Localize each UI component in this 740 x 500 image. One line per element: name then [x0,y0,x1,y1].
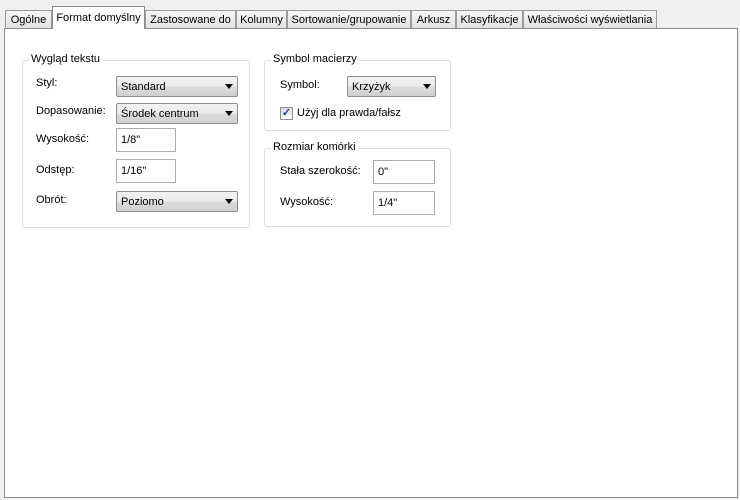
tab-label: Zastosowane do [150,13,231,26]
tab-default-format[interactable]: Format domyślny [52,6,145,29]
tab-display-properties[interactable]: Właściwości wyświetlania [523,10,657,28]
tab-applied-to[interactable]: Zastosowane do [145,10,236,28]
symbol-dropdown[interactable]: Krzyżyk [347,76,436,97]
rotation-dropdown[interactable]: Poziomo [116,191,238,212]
matrix-symbol-group: Symbol macierzy Symbol: Krzyżyk ✓ Użyj d… [264,53,451,131]
tab-sheet[interactable]: Arkusz [411,10,456,28]
cell-size-group: Rozmiar komórki Stała szerokość: 0" Wyso… [264,141,451,227]
style-dropdown[interactable]: Standard [116,76,238,97]
text-height-value: 1/8" [121,134,141,146]
tab-classifications[interactable]: Klasyfikacje [456,10,523,28]
tab-panel-default-format: Wygląd tekstu Styl: Standard Dopasowanie… [4,28,738,498]
text-height-input[interactable]: 1/8" [116,128,176,152]
use-for-boolean-checkbox[interactable]: ✓ [280,107,293,120]
tab-label: Ogólne [10,13,47,26]
tab-label: Kolumny [240,13,283,26]
fixed-width-label: Stała szerokość: [280,165,361,177]
cell-height-label: Wysokość: [280,196,334,208]
chevron-down-icon [225,199,233,204]
spacing-input[interactable]: 1/16" [116,159,176,183]
spacing-value: 1/16" [121,165,147,177]
justification-dropdown[interactable]: Środek centrum [116,103,238,124]
group-title: Rozmiar komórki [271,141,358,153]
style-value: Standard [121,80,166,93]
chevron-down-icon [225,111,233,116]
text-appearance-group: Wygląd tekstu Styl: Standard Dopasowanie… [22,53,250,228]
rotation-value: Poziomo [121,195,164,208]
spacing-label: Odstęp: [36,164,75,176]
cell-height-value: 1/4" [378,197,398,209]
chevron-down-icon [423,84,431,89]
tab-general[interactable]: Ogólne [5,10,52,28]
symbol-label: Symbol: [280,79,320,91]
text-height-label: Wysokość: [36,133,90,145]
cell-height-input[interactable]: 1/4" [373,191,435,215]
fixed-width-input[interactable]: 0" [373,160,435,184]
group-title: Symbol macierzy [271,53,359,65]
tab-label: Klasyfikacje [460,13,519,26]
tab-label: Właściwości wyświetlania [527,13,653,26]
chevron-down-icon [225,84,233,89]
justification-label: Dopasowanie: [36,105,106,117]
rotation-label: Obrót: [36,194,67,206]
tab-strip: Ogólne Format domyślny Zastosowane do Ko… [0,0,740,29]
tab-label: Sortowanie/grupowanie [291,13,407,26]
tab-label: Arkusz [416,13,451,26]
tab-label: Format domyślny [56,12,141,24]
tab-sorting-grouping[interactable]: Sortowanie/grupowanie [287,10,411,28]
fixed-width-value: 0" [378,166,389,178]
checkmark-icon: ✓ [281,107,292,119]
use-for-boolean-label[interactable]: Użyj dla prawda/fałsz [297,107,401,119]
justification-value: Środek centrum [121,107,199,120]
group-title: Wygląd tekstu [29,53,102,65]
symbol-value: Krzyżyk [352,80,391,93]
tab-columns[interactable]: Kolumny [236,10,287,28]
style-label: Styl: [36,77,58,89]
